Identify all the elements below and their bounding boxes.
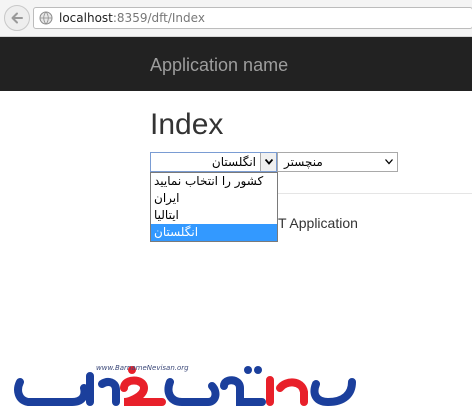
url-text: localhost:8359/dft/Index <box>59 11 205 25</box>
url-path: :8359/dft/Index <box>112 11 205 25</box>
logo-url: www.BarnameNevisan.org <box>96 364 189 372</box>
dropdown-option-selected[interactable]: انگلستان <box>151 224 277 241</box>
navbar: Application name <box>0 37 472 91</box>
divider <box>278 193 472 194</box>
page-title: Index <box>150 108 224 141</box>
city-select[interactable]: منچستر <box>277 152 398 172</box>
country-select-arrow[interactable] <box>260 153 276 171</box>
dropdown-option[interactable]: کشور را انتخاب نمایید <box>151 173 277 190</box>
city-select-arrow[interactable] <box>381 153 397 171</box>
browser-toolbar: localhost:8359/dft/Index <box>0 0 472 37</box>
address-bar[interactable]: localhost:8359/dft/Index <box>33 7 472 29</box>
back-button[interactable] <box>4 5 30 31</box>
brand-link[interactable]: Application name <box>150 55 288 76</box>
globe-icon <box>39 11 53 25</box>
country-select-value: انگلستان <box>211 155 256 169</box>
dropdown-option[interactable]: ایران <box>151 190 277 207</box>
city-select-value: منچستر <box>284 155 323 169</box>
body-text: T Application <box>278 215 358 231</box>
dropdown-option[interactable]: ایتالیا <box>151 207 277 224</box>
chevron-down-icon <box>385 159 393 165</box>
chevron-down-icon <box>265 159 273 165</box>
back-arrow-icon <box>11 12 23 24</box>
country-dropdown-list: کشور را انتخاب نمایید ایران ایتالیا انگل… <box>150 172 278 242</box>
country-select[interactable]: انگلستان <box>150 152 277 172</box>
url-host: localhost <box>59 11 113 25</box>
